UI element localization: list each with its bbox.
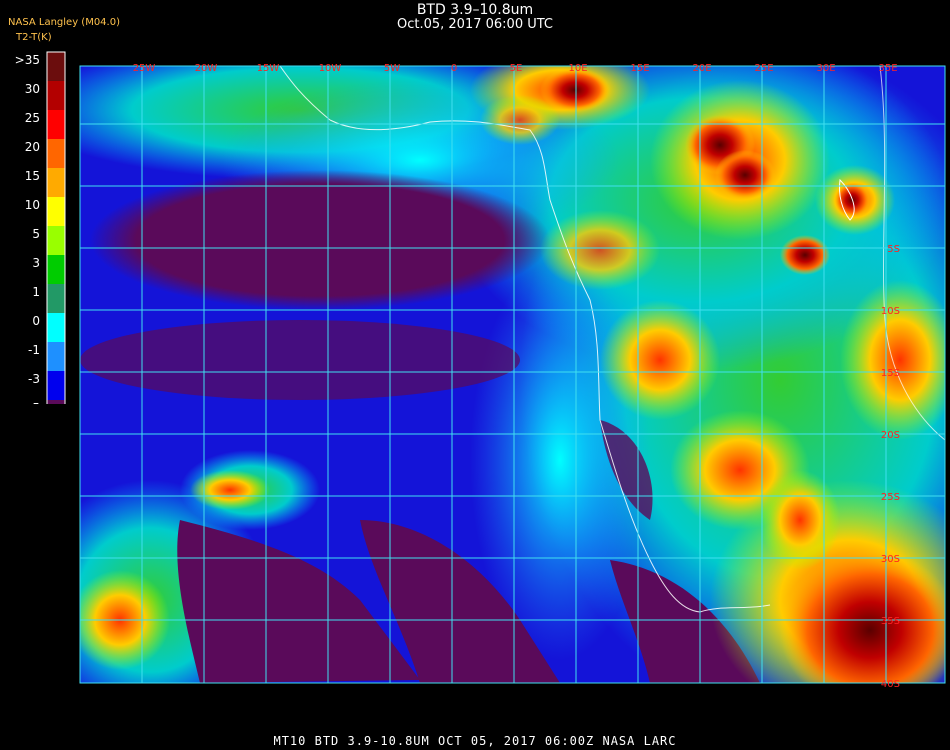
legend-swatch: [47, 110, 65, 139]
legend-label: 3: [32, 256, 40, 270]
legend-swatch: [47, 342, 65, 371]
legend-label: 30: [25, 82, 40, 96]
longitude-label: 35E: [878, 63, 897, 74]
latitude-label: 25S: [881, 492, 900, 503]
legend-label: 1: [32, 285, 40, 299]
longitude-label: 20E: [692, 63, 711, 74]
legend-swatch: [47, 226, 65, 255]
longitude-label: 5W: [384, 63, 400, 74]
legend-swatch: [47, 168, 65, 197]
latitude-label: 10S: [881, 306, 900, 317]
legend-label: <-5: [18, 401, 40, 404]
longitude-label: 25E: [754, 63, 773, 74]
legend-label: 10: [25, 198, 40, 212]
longitude-label: 10E: [568, 63, 587, 74]
legend-swatch: [47, 52, 65, 81]
legend-swatch: [47, 284, 65, 313]
legend-label: 0: [32, 314, 40, 328]
longitude-label: 15E: [630, 63, 649, 74]
legend-swatch: [47, 81, 65, 110]
legend-swatch: [47, 139, 65, 168]
legend-swatch: [47, 400, 65, 404]
longitude-label: 30E: [816, 63, 835, 74]
legend-label: 25: [25, 111, 40, 125]
latitude-label: 20S: [881, 430, 900, 441]
longitude-label: 15W: [257, 63, 280, 74]
latitude-label: 30S: [881, 554, 900, 565]
latitude-label: 35S: [881, 616, 900, 627]
legend-swatch: [47, 313, 65, 342]
btd-field: [80, 66, 945, 683]
longitude-label: 20W: [195, 63, 218, 74]
image-timestamp: Oct.05, 2017 06:00 UTC: [397, 17, 553, 32]
legend-label: 5: [32, 227, 40, 241]
legend-label: -1: [28, 343, 40, 357]
longitude-label: 10W: [319, 63, 342, 74]
legend-label: 15: [25, 169, 40, 183]
latitude-label: 5S: [887, 244, 900, 255]
satellite-map: 25W 20W 15W 10W 5W 0 5E 10E 15E 20E 25E 30E 35E 5S 10…: [79, 63, 946, 690]
legend-label: 20: [25, 140, 40, 154]
legend-units: T2-T(K): [16, 32, 52, 43]
legend-label: -3: [28, 372, 40, 386]
latitude-label: 40S: [881, 679, 900, 690]
legend-label: >35: [15, 53, 40, 67]
latitude-label: 15S: [881, 368, 900, 379]
longitude-label: 25W: [133, 63, 156, 74]
legend-swatch: [47, 255, 65, 284]
image-title: BTD 3.9–10.8um: [416, 2, 534, 18]
producer-credit: NASA Langley (M04.0): [8, 17, 120, 28]
image-footer: MT10 BTD 3.9-10.8UM OCT 05, 2017 06:00Z …: [273, 734, 677, 748]
longitude-label: 5E: [510, 63, 523, 74]
color-legend: >3530252015105310-1-3<-5: [15, 51, 66, 404]
legend-swatch: [47, 197, 65, 226]
longitude-label: 0: [451, 63, 457, 74]
legend-swatch: [47, 371, 65, 400]
